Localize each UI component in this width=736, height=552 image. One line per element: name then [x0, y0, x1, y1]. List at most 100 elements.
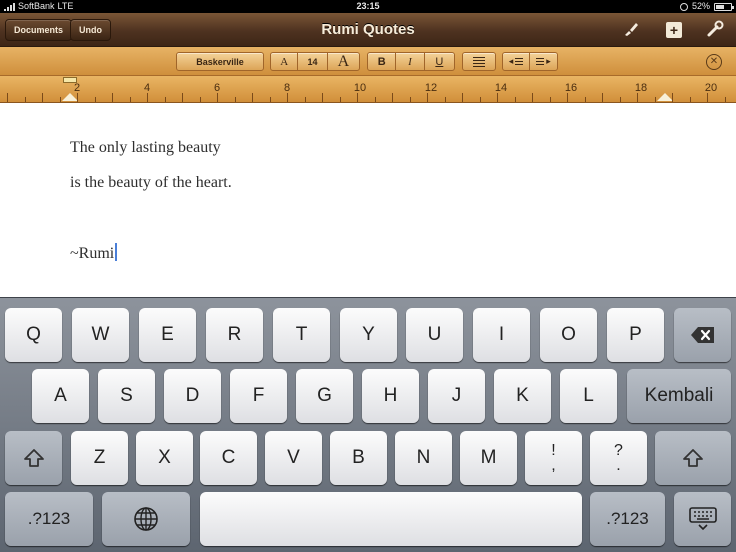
key-o[interactable]: O: [540, 308, 597, 362]
ruler-tick: [24, 97, 26, 102]
decrease-font-size-button[interactable]: A: [271, 53, 299, 70]
numbers-key-left[interactable]: .?123: [5, 492, 93, 546]
backspace-key[interactable]: [674, 308, 731, 362]
ruler-tick: [549, 97, 551, 102]
ruler-tick: [532, 93, 533, 102]
alignment-button[interactable]: [462, 52, 496, 71]
globe-icon: [134, 507, 158, 531]
outdent-icon[interactable]: ◂: [503, 53, 531, 70]
key-b[interactable]: B: [330, 431, 387, 485]
bold-button[interactable]: B: [368, 53, 397, 70]
ruler-tick: [567, 93, 568, 102]
ruler-tick: [7, 93, 8, 102]
key-r[interactable]: R: [206, 308, 263, 362]
key-w[interactable]: W: [72, 308, 129, 362]
font-name: Baskerville: [196, 56, 244, 67]
ruler-tick: [392, 93, 393, 102]
ruler-tick: [462, 93, 463, 102]
key-s[interactable]: S: [98, 369, 155, 423]
text-style-control: B I U: [367, 52, 455, 71]
shift-icon: [683, 449, 703, 467]
close-ribbon-icon[interactable]: ✕: [706, 54, 722, 70]
paintbrush-icon[interactable]: [621, 20, 641, 40]
ruler-tick: [497, 93, 498, 102]
wrench-icon[interactable]: [705, 20, 725, 40]
space-bar[interactable]: [200, 492, 582, 546]
ruler-tick: [357, 93, 358, 102]
increase-font-size-button[interactable]: A: [328, 53, 359, 70]
backspace-icon: [690, 327, 714, 343]
key-j[interactable]: J: [428, 369, 485, 423]
format-ribbon: Baskerville A 14 A B I U ◂ ▸ ✕: [0, 47, 736, 76]
right-margin-marker[interactable]: [657, 93, 673, 101]
shift-key-right[interactable]: [655, 431, 731, 485]
ruler-tick: [724, 97, 726, 102]
font-size-value: 14: [298, 53, 328, 70]
key-exclaim-comma[interactable]: !,: [525, 431, 582, 485]
status-bar: SoftBank LTE 23:15 52%: [0, 0, 736, 13]
rotation-lock-icon: [679, 2, 688, 11]
ruler-tick: [637, 93, 638, 102]
shift-icon: [23, 449, 44, 467]
italic-button[interactable]: I: [396, 53, 425, 70]
document-line-signature[interactable]: ~Rumi: [70, 243, 118, 263]
ruler-tick: [234, 97, 236, 102]
onscreen-keyboard: Q W E R T Y U I O P A S D F G H J K L Ke…: [0, 297, 736, 552]
shift-key-left[interactable]: [5, 431, 62, 485]
key-p[interactable]: P: [607, 308, 664, 362]
indent-icon[interactable]: ▸: [530, 53, 557, 70]
ruler-tick: [602, 93, 603, 102]
plus-icon[interactable]: +: [666, 22, 682, 38]
key-m[interactable]: M: [460, 431, 517, 485]
key-i[interactable]: I: [473, 308, 530, 362]
key-v[interactable]: V: [265, 431, 322, 485]
key-f[interactable]: F: [230, 369, 287, 423]
document-line[interactable]: The only lasting beauty: [70, 139, 221, 157]
ruler-tick: [147, 93, 148, 102]
key-question-period[interactable]: ?.: [590, 431, 647, 485]
font-selector[interactable]: Baskerville: [176, 52, 264, 71]
ruler-tick: [182, 93, 183, 102]
text-caret: [115, 243, 118, 261]
key-h[interactable]: H: [362, 369, 419, 423]
key-q[interactable]: Q: [5, 308, 62, 362]
ruler-tick: [584, 97, 586, 102]
undo-button[interactable]: Undo: [70, 19, 111, 41]
key-x[interactable]: X: [136, 431, 193, 485]
ruler-tick: [654, 97, 656, 102]
ruler-tick: [689, 97, 691, 102]
ruler: 2 4 6 8 10 12 14 16 18 20: [0, 76, 736, 103]
document-line[interactable]: is the beauty of the heart.: [70, 174, 232, 192]
key-y[interactable]: Y: [340, 308, 397, 362]
align-left-icon: [463, 53, 495, 70]
key-n[interactable]: N: [395, 431, 452, 485]
ruler-tick: [112, 93, 113, 102]
key-a[interactable]: A: [32, 369, 89, 423]
key-l[interactable]: L: [560, 369, 617, 423]
numbers-key-right[interactable]: .?123: [590, 492, 665, 546]
ruler-tick: [217, 93, 218, 102]
key-e[interactable]: E: [139, 308, 196, 362]
document-body[interactable]: The only lasting beauty is the beauty of…: [0, 103, 736, 297]
battery-percent: 52%: [691, 1, 710, 11]
ruler-tick: [287, 93, 288, 102]
ruler-tick: [269, 97, 271, 102]
globe-key[interactable]: [102, 492, 190, 546]
ruler-tick: [94, 97, 96, 102]
ruler-tick: [374, 97, 376, 102]
documents-button[interactable]: Documents: [5, 19, 73, 41]
key-k[interactable]: K: [494, 369, 551, 423]
return-key[interactable]: Kembali: [627, 369, 731, 423]
ruler-tick: [59, 97, 61, 102]
ruler-tick: [707, 93, 708, 102]
key-t[interactable]: T: [273, 308, 330, 362]
indent-control: ◂ ▸: [502, 52, 558, 71]
key-g[interactable]: G: [296, 369, 353, 423]
key-u[interactable]: U: [406, 308, 463, 362]
key-z[interactable]: Z: [71, 431, 128, 485]
left-margin-marker[interactable]: [62, 93, 78, 101]
key-c[interactable]: C: [200, 431, 257, 485]
key-d[interactable]: D: [164, 369, 221, 423]
hide-keyboard-key[interactable]: [674, 492, 731, 546]
underline-button[interactable]: U: [425, 53, 454, 70]
